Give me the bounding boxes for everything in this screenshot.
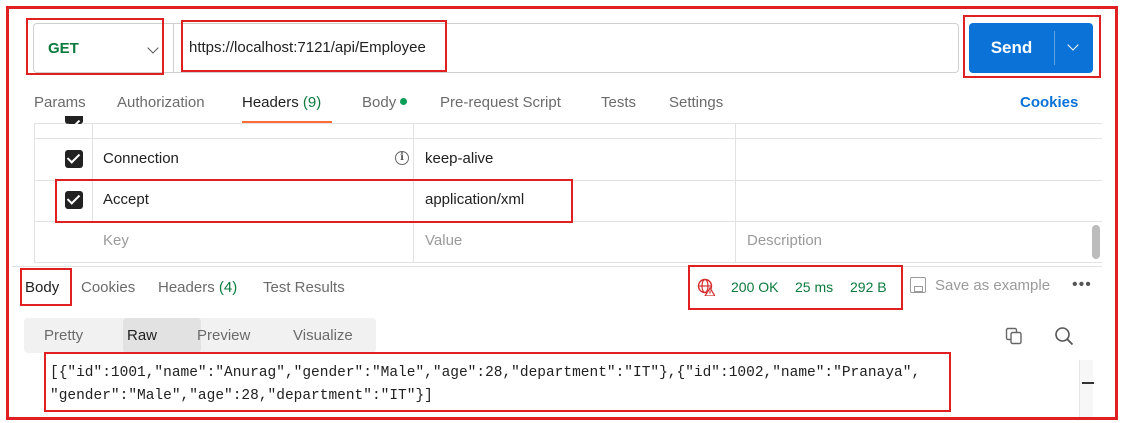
more-options-icon[interactable]: ••• [1072,276,1092,294]
tab-params[interactable]: Params [34,94,86,111]
format-tab-pretty[interactable]: Pretty [44,327,83,344]
status-code[interactable]: 200 OK [731,279,778,295]
tab-headers-count: (9) [302,94,322,111]
chevron-down-icon [147,42,159,54]
globe-warning-icon[interactable] [697,278,715,296]
table-row-divider [34,180,1102,181]
cookies-link[interactable]: Cookies [1020,94,1078,111]
method-label: GET [48,39,79,57]
save-as-example-button[interactable]: Save as example [935,277,1050,294]
header-checkbox-accept[interactable] [65,191,83,209]
header-key-accept[interactable]: Accept [103,191,149,208]
response-tab-body[interactable]: Body [25,279,59,296]
response-tab-cookies[interactable]: Cookies [81,279,135,296]
new-description-input[interactable]: Description [747,232,822,249]
table-row-divider [34,221,1102,222]
format-tab-visualize[interactable]: Visualize [293,327,353,344]
response-divider [12,266,1102,267]
table-row-divider [34,138,1102,139]
tab-pre-request-script[interactable]: Pre-request Script [440,94,561,111]
url-input[interactable]: https://localhost:7121/api/Employee [189,39,426,56]
tab-body[interactable]: Body [362,94,408,111]
tab-settings[interactable]: Settings [669,94,723,111]
tab-headers-label: Headers [242,94,299,111]
response-tab-headers-count: (4) [218,279,238,296]
tab-authorization[interactable]: Authorization [117,94,205,111]
new-value-input[interactable]: Value [425,232,462,249]
send-options-chevron-icon[interactable] [1067,39,1079,51]
table-col-divider [413,123,414,263]
send-button[interactable]: Send [969,23,1093,73]
response-tab-test-results[interactable]: Test Results [263,279,345,296]
url-bar: GET https://localhost:7121/api/Employee [33,23,959,73]
table-col-divider [92,123,93,222]
body-indicator-dot [400,97,408,105]
table-row-divider [34,262,1102,263]
search-icon[interactable] [1054,326,1074,346]
header-checkbox-partial[interactable] [65,116,83,124]
tab-tests[interactable]: Tests [601,94,636,111]
header-value-accept[interactable]: application/xml [425,191,524,208]
info-icon[interactable]: i [395,151,409,165]
table-col-divider [735,123,736,263]
send-label: Send [990,38,1033,57]
headers-scrollbar[interactable] [1092,225,1100,259]
method-select[interactable]: GET [34,24,174,72]
format-tab-preview[interactable]: Preview [197,327,250,344]
header-value-connection[interactable]: keep-alive [425,150,493,167]
response-scrollbar[interactable] [1079,360,1094,420]
header-key-connection[interactable]: Connection [103,150,179,167]
copy-icon[interactable] [1005,327,1023,345]
tab-headers[interactable]: Headers (9) [242,94,321,111]
send-divider [1054,31,1055,65]
response-tab-headers[interactable]: Headers (4) [158,279,237,296]
tab-body-label: Body [362,94,397,111]
response-size[interactable]: 292 B [850,279,887,295]
table-top-divider [34,123,1102,124]
response-body-line-1[interactable]: [{"id":1001,"name":"Anurag","gender":"Ma… [50,365,920,381]
response-tab-headers-label: Headers [158,279,215,296]
save-icon [910,277,926,293]
table-col-divider [34,123,35,263]
response-time[interactable]: 25 ms [795,279,833,295]
format-tabs: Pretty Raw Preview Visualize [24,318,376,353]
format-tab-raw[interactable]: Raw [127,327,157,344]
response-body-line-2[interactable]: "gender":"Male","age":28,"department":"I… [50,388,433,404]
new-key-input[interactable]: Key [103,232,129,249]
header-checkbox-connection[interactable] [65,150,83,168]
